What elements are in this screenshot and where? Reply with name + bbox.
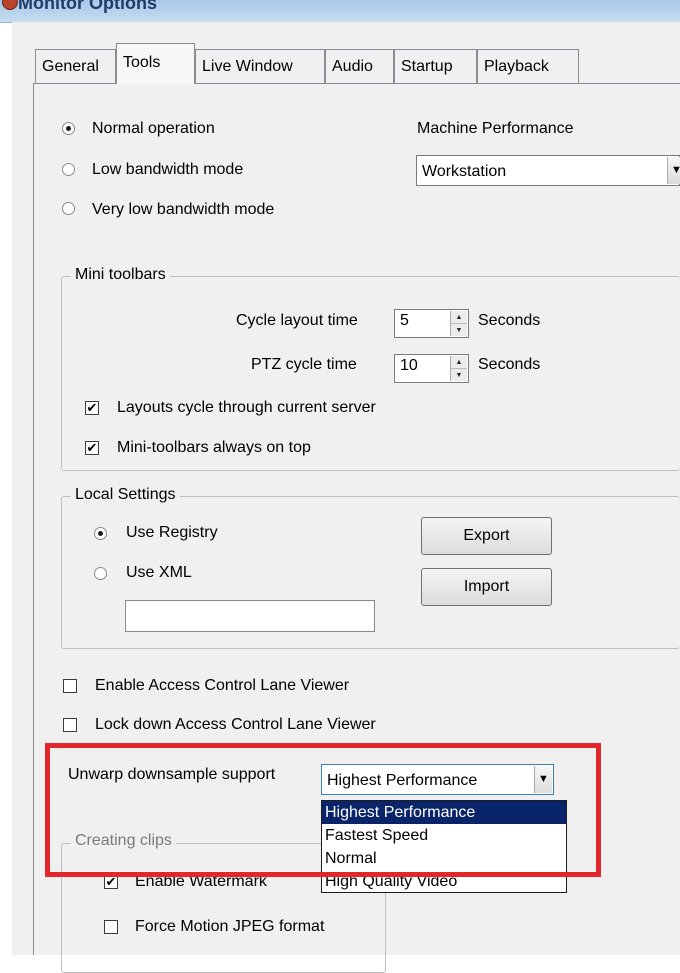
spin-down-icon[interactable]: ▼ <box>451 369 467 381</box>
machine-performance-select[interactable]: Workstation ▼ <box>416 155 680 186</box>
import-button[interactable]: Import <box>421 568 552 606</box>
ptz-cycle-stepper[interactable]: 10 ▲ ▼ <box>394 354 469 383</box>
radio-label: Normal operation <box>92 120 215 137</box>
ptz-cycle-value: 10 <box>400 357 418 374</box>
chevron-down-icon[interactable]: ▼ <box>667 157 680 184</box>
checkbox-label: Lock down Access Control Lane Viewer <box>95 716 376 733</box>
radio-label: Use XML <box>126 564 192 581</box>
spin-down-icon[interactable]: ▼ <box>451 324 467 336</box>
radio-label: Use Registry <box>126 524 218 541</box>
radio-label: Low bandwidth mode <box>92 161 244 178</box>
tab-general[interactable]: General <box>35 49 116 83</box>
app-icon <box>2 0 18 10</box>
checkbox-layouts-cycle[interactable]: ✔ <box>85 401 99 415</box>
spin-buttons[interactable]: ▲ ▼ <box>450 356 467 381</box>
radio-label: Very low bandwidth mode <box>92 201 275 218</box>
spin-up-icon[interactable]: ▲ <box>451 311 467 324</box>
export-button[interactable]: Export <box>421 517 552 555</box>
checkbox-enable-watermark[interactable]: ✔ <box>104 875 118 889</box>
annotation-highlight-box <box>45 743 601 877</box>
window-title: Monitor Options <box>18 0 157 13</box>
checkbox-force-mjpeg[interactable] <box>104 920 118 934</box>
tab-live-window[interactable]: Live Window <box>195 49 325 83</box>
spin-buttons[interactable]: ▲ ▼ <box>450 311 467 336</box>
checkbox-enable-access-control[interactable] <box>63 679 77 693</box>
spin-up-icon[interactable]: ▲ <box>451 356 467 369</box>
machine-performance-value: Workstation <box>422 163 507 180</box>
checkbox-label: Enable Access Control Lane Viewer <box>95 677 350 694</box>
cycle-layout-label: Cycle layout time <box>236 312 358 329</box>
radio-use-registry[interactable] <box>94 527 107 540</box>
ptz-cycle-label: PTZ cycle time <box>251 356 357 373</box>
tab-audio[interactable]: Audio <box>325 49 394 83</box>
window-titlebar: Monitor Options <box>0 0 680 23</box>
checkbox-label: Force Motion JPEG format <box>135 918 325 935</box>
radio-low-bandwidth[interactable] <box>62 163 75 176</box>
tab-playback[interactable]: Playback <box>477 49 579 83</box>
cycle-layout-unit: Seconds <box>478 312 541 329</box>
checkbox-label: Mini-toolbars always on top <box>117 439 311 456</box>
radio-use-xml[interactable] <box>94 567 107 580</box>
checkbox-lock-down-access-control[interactable] <box>63 718 77 732</box>
cycle-layout-stepper[interactable]: 5 ▲ ▼ <box>394 309 469 338</box>
radio-very-low-bandwidth[interactable] <box>62 202 75 215</box>
mini-toolbars-legend: Mini toolbars <box>71 266 170 284</box>
checkbox-mini-toolbars-on-top[interactable]: ✔ <box>85 441 99 455</box>
cycle-layout-value: 5 <box>400 312 409 329</box>
tab-startup[interactable]: Startup <box>394 49 477 83</box>
machine-performance-label: Machine Performance <box>417 120 574 137</box>
xml-path-input[interactable] <box>125 600 375 632</box>
checkbox-label: Layouts cycle through current server <box>117 399 376 416</box>
local-settings-legend: Local Settings <box>71 486 180 504</box>
tab-tools[interactable]: Tools <box>116 43 195 84</box>
radio-normal-operation[interactable] <box>62 122 75 135</box>
ptz-cycle-unit: Seconds <box>478 356 541 373</box>
